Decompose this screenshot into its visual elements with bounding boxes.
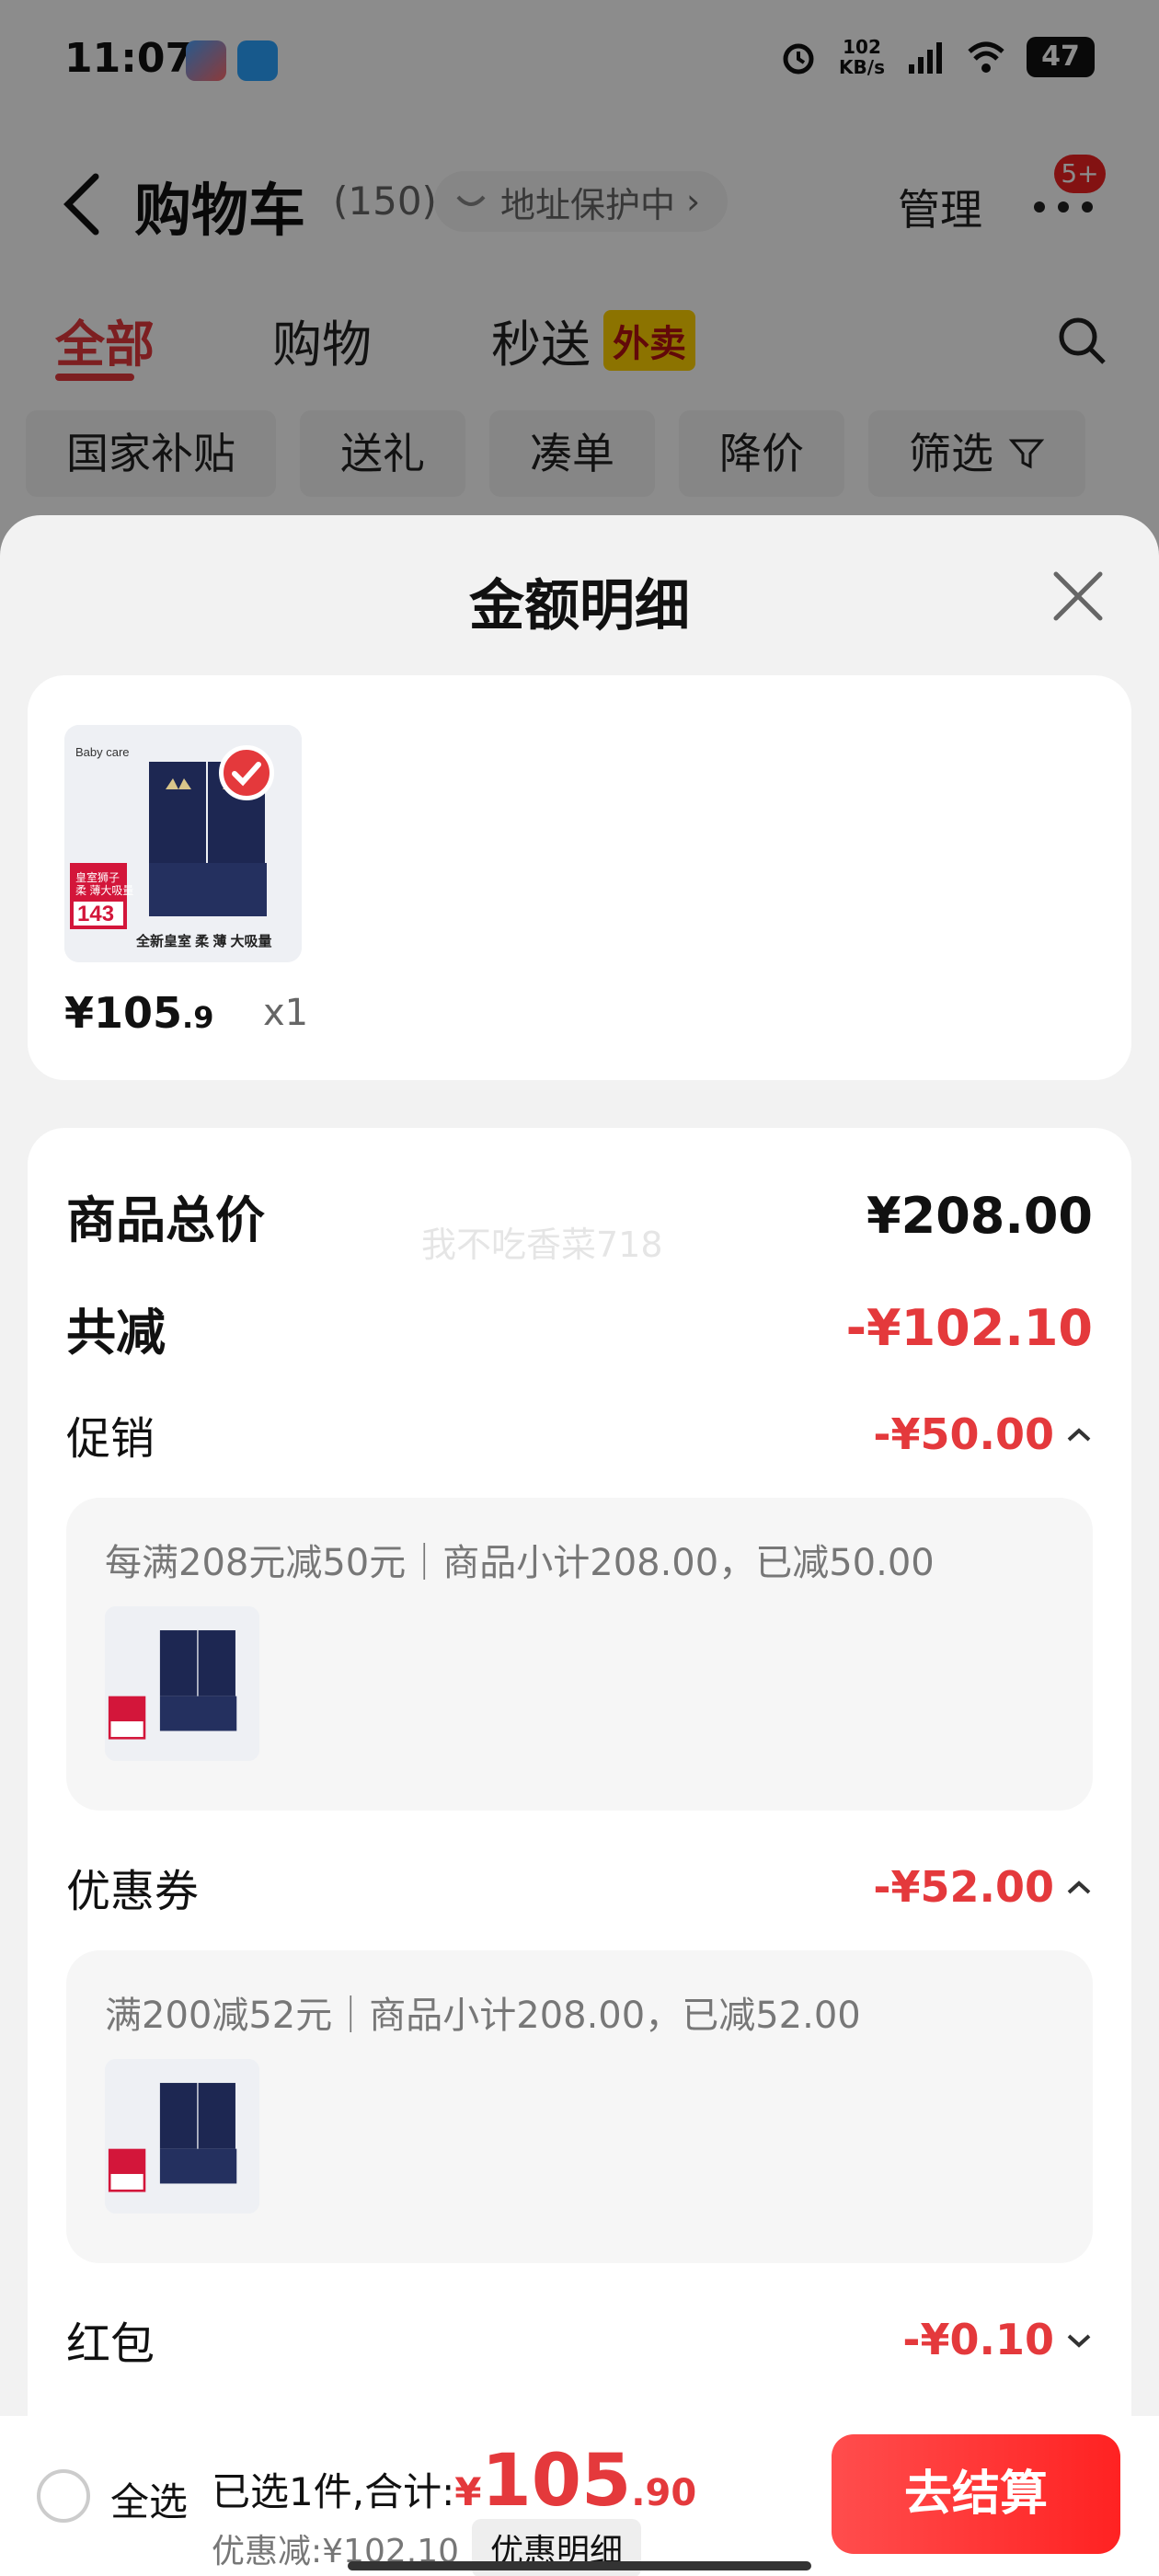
total-value: ¥208.00 — [866, 1187, 1093, 1245]
reduce-label: 共减 — [66, 1304, 166, 1362]
chevron-down-icon[interactable] — [1065, 2330, 1093, 2349]
item-price-main: ¥105 — [64, 988, 183, 1038]
promo-detail-text: 每满208元减50元｜商品小计208.00，已减50.00 — [105, 1542, 935, 1584]
reduce-value: -¥102.10 — [845, 1299, 1093, 1357]
coupon-value: -¥52.00 — [873, 1862, 1054, 1912]
chevron-up-icon[interactable] — [1065, 1878, 1093, 1896]
home-indicator[interactable] — [348, 2561, 811, 2570]
selected-items-card: Baby care 皇室狮子 柔 薄大吸量 143 全新皇室 柔 薄 大吸量 ¥… — [28, 675, 1131, 1080]
item-price-decimal: .9 — [182, 1000, 214, 1035]
tag-line1: 皇室狮子 — [75, 870, 120, 884]
summary-yen: ¥ — [454, 2469, 482, 2514]
selected-check-icon — [219, 745, 274, 800]
row-promo[interactable]: 促销 -¥50.00 — [66, 1402, 1093, 1466]
select-all-label[interactable]: 全选 — [110, 2471, 188, 2527]
price-breakdown-card: 商品总价 ¥208.00 共减 -¥102.10 促销 -¥50.00 每满20… — [28, 1128, 1131, 2576]
watermark: 我不吃香菜718 — [421, 1225, 663, 1265]
tag-number: 143 — [77, 902, 114, 926]
redpack-label: 红包 — [66, 2318, 155, 2370]
coupon-value-group: -¥52.00 — [873, 1862, 1093, 1912]
close-icon[interactable] — [1049, 567, 1107, 626]
coupon-detail-box: 满200减52元｜商品小计208.00，已减52.00 — [66, 1950, 1093, 2263]
item-price: ¥105.9 — [64, 988, 213, 1038]
redpack-value: -¥0.10 — [902, 2315, 1054, 2364]
sheet-title: 金额明细 — [469, 574, 690, 638]
summary-decimal: .90 — [631, 2472, 697, 2514]
summary-integer: 105 — [481, 2440, 632, 2523]
amount-detail-sheet: 金额明细 Baby care 皇室狮子 柔 薄大吸量 143 全新皇室 柔 薄 … — [0, 515, 1159, 2576]
summary-prefix: 已选1件,合计: — [212, 2469, 455, 2514]
promo-label: 促销 — [66, 1413, 155, 1465]
pack-caption: 全新皇室 柔 薄 大吸量 — [135, 933, 272, 949]
select-all-checkbox[interactable] — [37, 2469, 90, 2523]
promo-detail-box: 每满208元减50元｜商品小计208.00，已减50.00 — [66, 1498, 1093, 1811]
tag-line2: 柔 薄大吸量 — [75, 883, 133, 897]
total-label: 商品总价 — [66, 1191, 265, 1249]
row-redpack[interactable]: 红包 -¥0.10 — [66, 2307, 1093, 2372]
brand-text: Baby care — [75, 745, 130, 759]
promo-product-thumb — [105, 1606, 259, 1761]
coupon-label: 优惠券 — [66, 1866, 200, 1917]
item-quantity: x1 — [263, 992, 309, 1034]
summary-line: 已选1件,合计:¥105.90 — [212, 2440, 696, 2523]
coupon-detail-text: 满200减52元｜商品小计208.00，已减52.00 — [105, 1995, 861, 2037]
coupon-product-thumb — [105, 2059, 259, 2214]
row-coupon[interactable]: 优惠券 -¥52.00 — [66, 1855, 1093, 1919]
redpack-value-group: -¥0.10 — [902, 2315, 1093, 2364]
row-reduce: 共减 -¥102.10 — [66, 1292, 1093, 1364]
chevron-up-icon[interactable] — [1065, 1425, 1093, 1443]
checkout-button[interactable]: 去结算 — [832, 2434, 1120, 2554]
promo-value-group: -¥50.00 — [873, 1409, 1093, 1459]
promo-value: -¥50.00 — [873, 1409, 1054, 1459]
checkout-bar: 全选 已选1件,合计:¥105.90 优惠减:¥102.10 优惠明细 去结算 — [0, 2416, 1159, 2576]
